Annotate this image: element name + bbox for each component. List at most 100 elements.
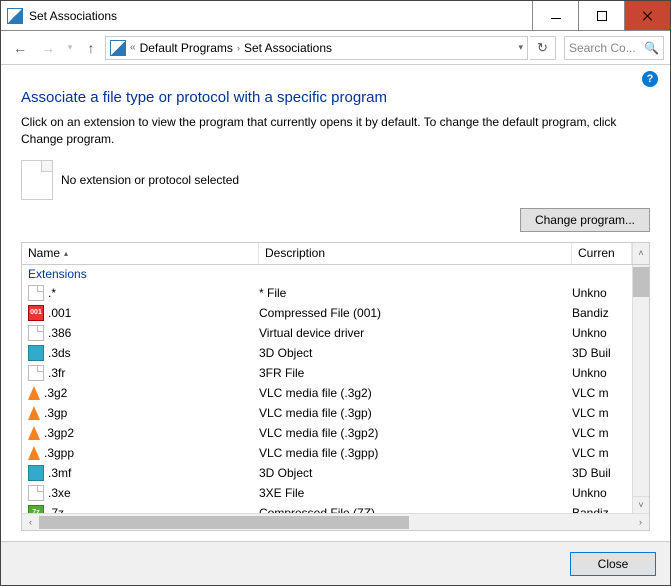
table-header: Name ▴ Description Curren ˄: [22, 243, 649, 265]
blank-file-icon: [21, 160, 53, 200]
default-text: Bandiz: [572, 306, 632, 320]
blank-file-icon: [28, 485, 44, 501]
table-row[interactable]: .3gp2 VLC media file (.3gp2)VLC m: [22, 423, 632, 443]
description-text: VLC media file (.3g2): [259, 386, 572, 400]
titlebar: Set Associations: [1, 1, 670, 31]
footer: Close: [1, 541, 670, 585]
scroll-down-button[interactable]: ˅: [633, 496, 649, 513]
table-row[interactable]: .3gpp VLC media file (.3gpp)VLC m: [22, 443, 632, 463]
description-text: 3D Object: [259, 346, 572, 360]
extension-text: .001: [48, 306, 71, 320]
minimize-button[interactable]: [532, 1, 578, 30]
description-text: VLC media file (.3gpp): [259, 446, 572, 460]
close-window-button[interactable]: [624, 1, 670, 30]
search-placeholder: Search Co...: [569, 41, 636, 55]
green-file-icon: 7z: [28, 505, 44, 513]
extension-text: .3fr: [48, 366, 65, 380]
column-default[interactable]: Curren: [572, 243, 632, 264]
extension-text: .3xe: [48, 486, 71, 500]
chevron-right-icon: ›: [237, 43, 240, 53]
table-body: Extensions .** FileUnkno 001 .001 Compresse…: [22, 265, 632, 513]
cone-file-icon: [28, 446, 40, 460]
extension-text: .3mf: [48, 466, 71, 480]
vertical-scroll-thumb[interactable]: [633, 267, 649, 297]
default-text: VLC m: [572, 426, 632, 440]
associations-table: Name ▴ Description Curren ˄ Extensions .…: [21, 242, 650, 531]
description-text: VLC media file (.3gp2): [259, 426, 572, 440]
default-text: 3D Buil: [572, 346, 632, 360]
extension-text: .3gp: [44, 406, 67, 420]
horizontal-scrollbar[interactable]: ‹ ›: [22, 513, 649, 530]
blank-file-icon: [28, 365, 44, 381]
blue3d-file-icon: [28, 465, 44, 481]
default-text: 3D Buil: [572, 466, 632, 480]
maximize-button[interactable]: [578, 1, 624, 30]
refresh-button[interactable]: ↻: [530, 36, 556, 60]
forward-button[interactable]: →: [35, 36, 61, 60]
extension-text: .3gpp: [44, 446, 74, 460]
default-text: Unkno: [572, 366, 632, 380]
description-text: Compressed File (001): [259, 306, 572, 320]
default-text: VLC m: [572, 386, 632, 400]
back-button[interactable]: ←: [7, 36, 33, 60]
description-text: * File: [259, 286, 572, 300]
table-row[interactable]: 7z .7z Compressed File (7Z)Bandiz: [22, 503, 632, 513]
horizontal-scroll-thumb[interactable]: [39, 516, 409, 529]
description-text: 3XE File: [259, 486, 572, 500]
address-bar[interactable]: « Default Programs › Set Associations ▾: [105, 36, 528, 60]
table-row[interactable]: .3mf 3D Object3D Buil: [22, 463, 632, 483]
column-name[interactable]: Name ▴: [22, 243, 259, 264]
scroll-right-button[interactable]: ›: [632, 517, 649, 527]
window-title: Set Associations: [29, 9, 532, 23]
extension-text: .7z: [48, 506, 64, 513]
column-description[interactable]: Description: [259, 243, 572, 264]
blank-file-icon: [28, 325, 44, 341]
blank-file-icon: [28, 285, 44, 301]
scroll-left-button[interactable]: ‹: [22, 517, 39, 527]
description-text: Compressed File (7Z): [259, 506, 572, 513]
search-icon: 🔍: [644, 41, 659, 55]
breadcrumb-default-programs[interactable]: Default Programs: [140, 41, 233, 55]
table-row[interactable]: .3xe 3XE FileUnkno: [22, 483, 632, 503]
default-text: Bandiz: [572, 506, 632, 513]
group-extensions: Extensions: [22, 265, 632, 283]
address-dropdown-icon[interactable]: ▾: [518, 42, 523, 53]
vertical-scrollbar[interactable]: ˅: [632, 265, 649, 513]
page-heading: Associate a file type or protocol with a…: [21, 89, 650, 106]
default-text: VLC m: [572, 446, 632, 460]
scroll-up-button[interactable]: ˄: [632, 243, 649, 264]
up-button[interactable]: ↑: [79, 36, 103, 60]
app-icon: [7, 8, 23, 24]
cone-file-icon: [28, 426, 40, 440]
default-text: Unkno: [572, 286, 632, 300]
blue3d-file-icon: [28, 345, 44, 361]
description-text: 3FR File: [259, 366, 572, 380]
help-icon[interactable]: ?: [642, 71, 658, 87]
default-text: VLC m: [572, 406, 632, 420]
extension-text: .3gp2: [44, 426, 74, 440]
table-row[interactable]: .386Virtual device driverUnkno: [22, 323, 632, 343]
recent-dropdown-icon[interactable]: ▾: [63, 36, 77, 60]
change-program-button[interactable]: Change program...: [520, 208, 650, 232]
location-icon: [110, 40, 126, 56]
table-row[interactable]: 001 .001 Compressed File (001)Bandiz: [22, 303, 632, 323]
table-row[interactable]: .3gp VLC media file (.3gp)VLC m: [22, 403, 632, 423]
table-row[interactable]: .3ds3D Object3D Buil: [22, 343, 632, 363]
red-file-icon: 001: [28, 305, 44, 321]
close-button[interactable]: Close: [570, 552, 656, 576]
default-text: Unkno: [572, 486, 632, 500]
table-row[interactable]: .3fr 3FR FileUnkno: [22, 363, 632, 383]
extension-text: .3g2: [44, 386, 67, 400]
sort-indicator-icon: ▴: [64, 249, 68, 258]
cone-file-icon: [28, 406, 40, 420]
table-row[interactable]: .3g2 VLC media file (.3g2)VLC m: [22, 383, 632, 403]
no-selection-text: No extension or protocol selected: [61, 173, 650, 187]
description-text: 3D Object: [259, 466, 572, 480]
page-subtext: Click on an extension to view the progra…: [21, 114, 650, 148]
table-row[interactable]: .** FileUnkno: [22, 283, 632, 303]
description-text: VLC media file (.3gp): [259, 406, 572, 420]
selection-row: No extension or protocol selected: [21, 160, 650, 200]
breadcrumb-set-associations[interactable]: Set Associations: [244, 41, 332, 55]
description-text: Virtual device driver: [259, 326, 572, 340]
search-input[interactable]: Search Co... 🔍: [564, 36, 664, 60]
